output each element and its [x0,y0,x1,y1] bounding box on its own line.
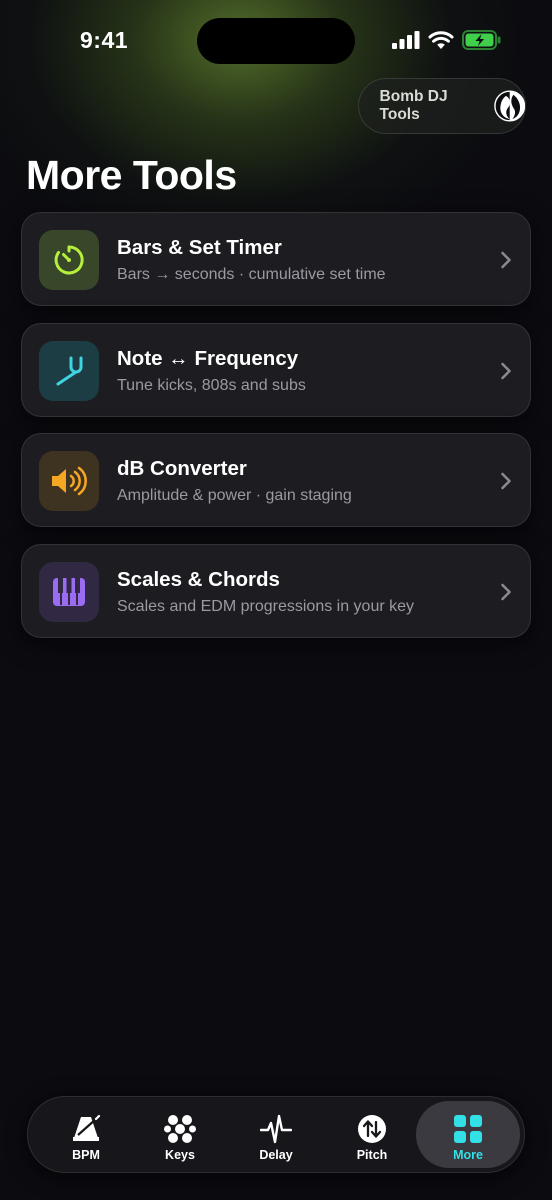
tool-icon-tile [39,451,99,511]
tab-label: BPM [72,1148,100,1162]
grid-icon [454,1115,482,1143]
brand-label: Bomb DJ Tools [379,88,448,123]
tool-card-scales-chords[interactable]: Scales & Chords Scales and EDM progressi… [21,543,531,638]
speaker-icon [52,466,87,496]
tab-label: Keys [165,1148,195,1162]
status-icons [392,30,502,50]
chevron-right-icon [501,583,511,600]
tab-label: Pitch [356,1148,388,1162]
tab-keys[interactable]: Keys [128,1101,232,1168]
tab-bar: BPM Keys Delay Pitch More [27,1096,525,1173]
tool-card-note-frequency[interactable]: Note ↔ Frequency Tune kicks, 808s and su… [21,322,531,417]
tab-delay[interactable]: Delay [224,1101,328,1168]
timer-icon [54,245,84,275]
tool-list: Bars & Set Timer Bars → seconds · cumula… [21,212,531,654]
wifi-icon [428,30,454,49]
cellular-signal-icon [392,31,420,49]
status-time: 9:41 [80,27,129,53]
pitch-arrows-icon [358,1115,386,1143]
tab-bpm[interactable]: BPM [34,1101,138,1168]
tool-title: dB Converter [117,457,247,480]
tab-pitch[interactable]: Pitch [320,1101,424,1168]
tool-title: Note ↔ Frequency [117,346,299,370]
brand-pill[interactable]: Bomb DJ Tools [358,78,526,134]
status-bar: 9:41 [0,0,552,80]
keys-cluster-icon [164,1115,196,1143]
tool-subtitle: Scales and EDM progressions in your key [117,597,415,615]
tool-icon-tile [39,230,99,290]
tool-subtitle: Bars → seconds · cumulative set time [117,266,386,283]
chevron-right-icon [501,362,511,379]
tool-icon-tile [39,340,99,401]
tab-more[interactable]: More [416,1101,520,1168]
waveform-icon [260,1114,292,1144]
tool-icon-tile [39,561,99,622]
tuning-fork-icon [56,356,83,385]
piano-keys-icon [53,577,85,606]
tab-label: Delay [259,1148,293,1162]
tool-subtitle: Tune kicks, 808s and subs [117,376,306,394]
tool-card-db-converter[interactable]: dB Converter Amplitude & power · gain st… [21,433,531,527]
chevron-right-icon [501,251,511,269]
chevron-right-icon [501,472,511,490]
tool-subtitle: Amplitude & power · gain staging [117,487,352,504]
tool-card-bars-set-timer[interactable]: Bars & Set Timer Bars → seconds · cumula… [21,212,531,306]
dynamic-island [197,18,355,64]
battery-charging-icon [462,30,501,50]
tab-label: More [453,1148,483,1162]
metronome-icon [73,1115,101,1141]
more-tools-screen: 9:41 Bomb DJ Tools More Tools Bars & Set… [0,0,552,1200]
page-title: More Tools [26,152,237,198]
bomb-dj-logo-icon [493,90,525,122]
tool-title: Scales & Chords [117,567,280,591]
tool-title: Bars & Set Timer [117,236,282,259]
